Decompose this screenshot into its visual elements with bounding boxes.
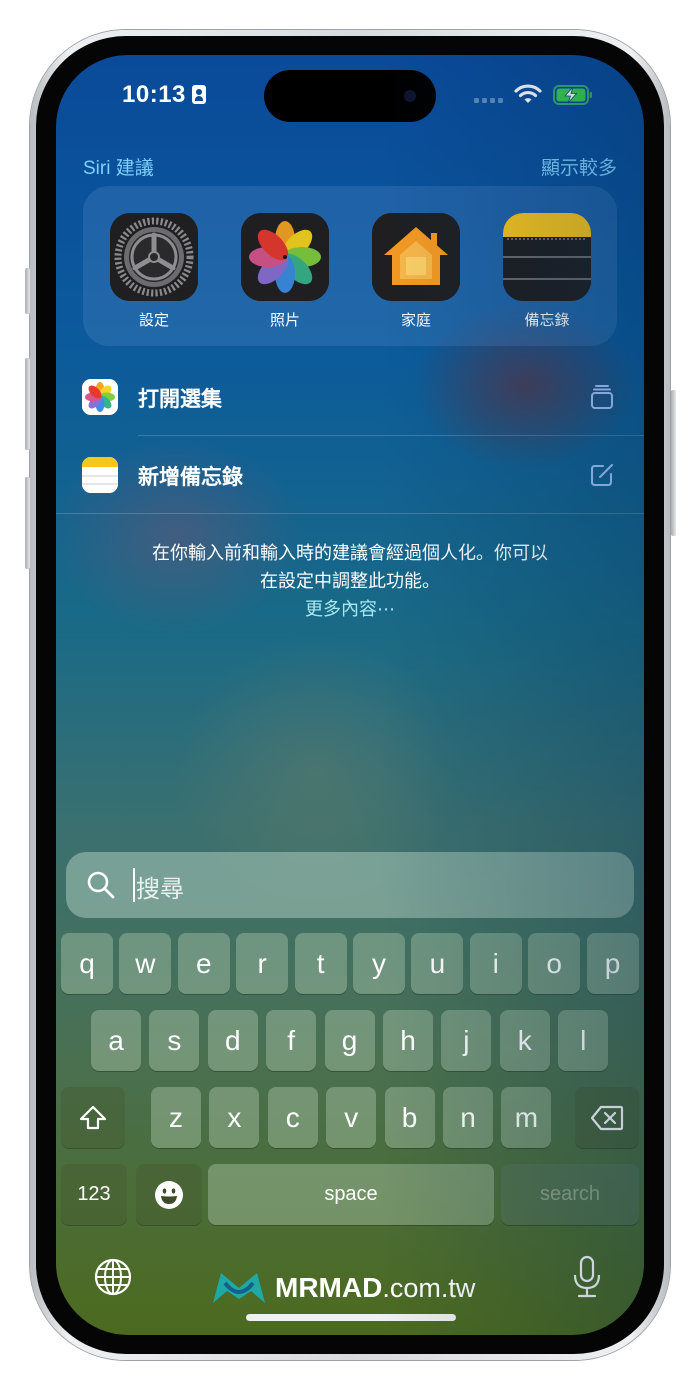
- dynamic-island: [264, 70, 436, 122]
- key-e[interactable]: e: [177, 933, 230, 994]
- more-info-link[interactable]: 更多內容⋯: [56, 595, 644, 623]
- notes-icon: [503, 213, 591, 301]
- shortcut-open-album[interactable]: 打開選集: [56, 359, 644, 437]
- volume-down-button: [25, 477, 30, 569]
- key-w[interactable]: w: [119, 933, 172, 994]
- home-indicator[interactable]: [246, 1314, 456, 1321]
- shift-key[interactable]: [61, 1087, 125, 1148]
- app-home[interactable]: 家庭: [372, 213, 460, 330]
- key-l[interactable]: l: [558, 1010, 609, 1071]
- key-p[interactable]: p: [586, 933, 639, 994]
- key-g[interactable]: g: [324, 1010, 375, 1071]
- key-q[interactable]: q: [61, 933, 113, 994]
- key-j[interactable]: j: [441, 1010, 492, 1071]
- app-label: 家庭: [400, 312, 431, 329]
- divider: [56, 513, 644, 514]
- key-u[interactable]: u: [411, 933, 464, 994]
- key-f[interactable]: f: [266, 1010, 317, 1071]
- key-z[interactable]: z: [151, 1087, 201, 1148]
- wifi-icon: [514, 84, 542, 103]
- key-c[interactable]: c: [267, 1087, 318, 1148]
- watermark-brand: MRMAD: [275, 1272, 383, 1303]
- key-a[interactable]: a: [91, 1010, 141, 1071]
- emoji-key[interactable]: [136, 1164, 202, 1225]
- delete-key[interactable]: [575, 1087, 639, 1148]
- key-x[interactable]: x: [209, 1087, 260, 1148]
- globe-icon[interactable]: [93, 1257, 133, 1297]
- shortcut-new-note[interactable]: 新增備忘錄: [56, 437, 644, 515]
- signal-icon: [474, 98, 503, 103]
- key-m[interactable]: m: [501, 1087, 552, 1148]
- space-key[interactable]: space: [208, 1164, 494, 1225]
- app-settings[interactable]: 設定: [110, 213, 198, 330]
- backspace-icon: [590, 1105, 624, 1130]
- key-t[interactable]: t: [294, 933, 347, 994]
- emoji-icon: [155, 1180, 183, 1209]
- photos-icon: [241, 213, 329, 301]
- id-card-icon: [192, 85, 206, 104]
- compose-icon[interactable]: [588, 461, 616, 489]
- key-b[interactable]: b: [384, 1087, 435, 1148]
- power-button: [671, 390, 676, 536]
- app-notes[interactable]: 備忘錄: [503, 213, 591, 330]
- camera-icon: [404, 90, 416, 102]
- show-more-link[interactable]: 顯示較多: [541, 153, 617, 180]
- key-s[interactable]: s: [149, 1010, 200, 1071]
- watermark: MRMAD .com.tw: [211, 1271, 475, 1305]
- search-icon: [87, 871, 115, 899]
- home-icon: [372, 213, 460, 301]
- shortcut-label: 新增備忘錄: [138, 466, 243, 489]
- status-time: 10:13: [122, 81, 186, 108]
- stack-icon[interactable]: [588, 383, 616, 411]
- key-r[interactable]: r: [236, 933, 289, 994]
- key-v[interactable]: v: [326, 1087, 377, 1148]
- numbers-key[interactable]: 123: [61, 1164, 127, 1225]
- divider: [138, 435, 644, 436]
- app-photos[interactable]: 照片: [241, 213, 329, 330]
- app-label: 設定: [138, 312, 169, 329]
- microphone-icon[interactable]: [572, 1255, 602, 1299]
- key-h[interactable]: h: [383, 1010, 433, 1071]
- siri-suggestions-card: 設定 照片 家庭 備忘錄: [83, 186, 617, 346]
- shift-icon: [79, 1105, 107, 1129]
- action-button: [25, 268, 30, 314]
- search-field[interactable]: 搜尋: [66, 852, 634, 918]
- app-label: 備忘錄: [524, 312, 570, 329]
- search-key[interactable]: search: [501, 1164, 639, 1225]
- watermark-domain: .com.tw: [382, 1272, 476, 1303]
- key-o[interactable]: o: [528, 933, 581, 994]
- key-y[interactable]: y: [353, 933, 405, 994]
- key-d[interactable]: d: [207, 1010, 258, 1071]
- settings-icon: [110, 213, 198, 301]
- shortcut-label: 打開選集: [138, 388, 222, 411]
- photos-icon: [82, 379, 118, 415]
- battery-charging-icon: [553, 85, 592, 105]
- personalization-notice-line2: 在設定中調整此功能。: [260, 571, 440, 591]
- volume-up-button: [25, 358, 30, 450]
- app-label: 照片: [269, 312, 300, 329]
- key-k[interactable]: k: [499, 1010, 550, 1071]
- notes-icon: [82, 457, 118, 493]
- text-cursor: [133, 868, 135, 902]
- key-i[interactable]: i: [469, 933, 522, 994]
- search-placeholder: 搜尋: [136, 876, 184, 903]
- screen: 10:13 Siri 建議 顯示較多 設定 照片 家庭 備忘錄 打開選集 新增備…: [56, 55, 644, 1335]
- personalization-notice-line1: 在你輸入前和輸入時的建議會經過個人化。你可以: [152, 543, 548, 563]
- siri-suggestions-title: Siri 建議: [83, 158, 154, 179]
- mrmad-logo-icon: [213, 1273, 265, 1303]
- key-n[interactable]: n: [443, 1087, 493, 1148]
